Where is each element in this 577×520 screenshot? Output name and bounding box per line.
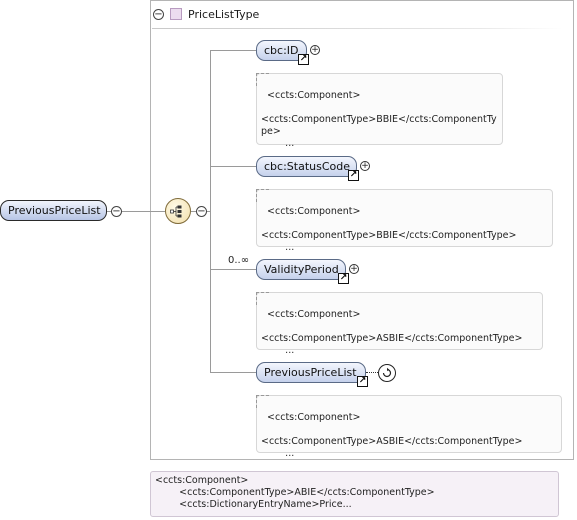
element-label: ValidityPeriod [264,263,339,276]
type-header: − PriceListType [153,6,259,22]
root-element-node[interactable]: PreviousPriceList [0,200,107,221]
recursion-icon[interactable] [377,363,397,387]
expand-validityperiod-icon[interactable]: + [349,264,359,274]
reference-arrow-icon: ↗ [298,54,309,65]
element-label: cbc:ID [264,44,299,57]
branch-line-id [210,50,256,51]
collapse-root-icon[interactable]: − [111,206,122,217]
element-node-validityperiod[interactable]: ValidityPeriod [256,259,346,280]
type-annotation: <ccts:Component> <ccts:ComponentType>ABI… [150,471,559,517]
collapse-sequence-icon[interactable]: − [196,206,207,217]
sequence-branch-trunk [210,50,211,372]
annotation-statuscode: <ccts:Component> <ccts:ComponentType>BBI… [256,189,553,253]
element-node-previouspricelist[interactable]: PreviousPriceList [256,362,366,383]
branch-line-validityperiod [210,269,256,270]
complex-type-icon [170,8,182,20]
type-name: PriceListType [188,7,260,21]
element-label: cbc:StatusCode [264,160,350,173]
root-element-label: PreviousPriceList [8,204,101,217]
sequence-compositor[interactable] [165,198,191,224]
element-label: PreviousPriceList [264,366,357,379]
collapse-type-icon[interactable]: − [153,8,164,20]
reference-arrow-icon: ↗ [348,170,359,181]
branch-line-statuscode [210,166,256,167]
type-header-divider [152,28,562,29]
annotation-previouspricelist: <ccts:Component> <ccts:ComponentType>ASB… [256,395,562,459]
reference-arrow-icon: ↗ [338,273,349,284]
branch-line-previouspricelist [210,372,256,373]
element-node-statuscode[interactable]: cbc:StatusCode [256,156,357,177]
reference-arrow-icon: ↗ [357,376,368,387]
annotation-id: <ccts:Component> <ccts:ComponentType>BBI… [256,73,503,149]
annotation-validityperiod: <ccts:Component> <ccts:ComponentType>ASB… [256,292,543,356]
expand-id-icon[interactable]: + [310,45,320,55]
occurrence-label: 0..∞ [228,255,250,266]
expand-statuscode-icon[interactable]: + [360,161,370,171]
sequence-compositor-icon [170,205,182,218]
